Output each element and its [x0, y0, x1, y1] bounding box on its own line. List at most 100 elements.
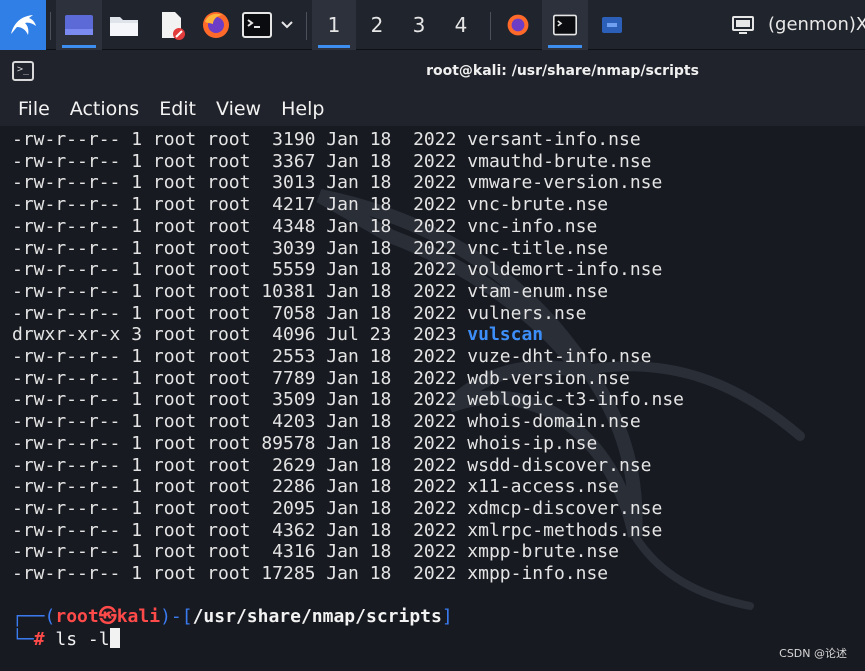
- file-permissions: -rw-r--r--: [12, 563, 121, 584]
- tray-display-button[interactable]: [728, 0, 758, 50]
- genmon-plugin-label[interactable]: (genmon)X: [768, 0, 865, 50]
- task-terminal[interactable]: [542, 0, 588, 50]
- terminal-launcher[interactable]: [240, 0, 274, 50]
- file-year: 2022: [402, 150, 457, 172]
- window-titlebar[interactable]: >_ root@kali: /usr/share/nmap/scripts: [0, 50, 865, 92]
- file-month: Jan: [326, 519, 359, 541]
- file-group: root: [207, 237, 251, 259]
- file-owner: root: [152, 259, 197, 281]
- file-permissions: -rw-r--r--: [12, 280, 121, 302]
- file-group: root: [207, 367, 251, 389]
- file-year: 2022: [402, 302, 457, 324]
- file-day: 18: [369, 215, 392, 237]
- file-year: 2022: [402, 432, 457, 454]
- file-owner: root: [152, 129, 197, 150]
- file-day: 23: [369, 324, 392, 346]
- link-count: 1: [131, 346, 143, 367]
- file-manager-button[interactable]: [104, 0, 144, 50]
- file-size: 4203: [261, 411, 316, 433]
- link-count: 1: [131, 172, 143, 194]
- listing-row: -rw-r--r-- 1 root root 7789 Jan 18 2022 …: [12, 368, 630, 390]
- prompt-line-1: ┌──(root㉿kali)-[/usr/share/nmap/scripts]: [12, 606, 453, 627]
- task-application[interactable]: [590, 0, 634, 50]
- file-size: 3509: [261, 389, 316, 411]
- file-group: root: [207, 280, 251, 302]
- file-month: Jan: [326, 215, 359, 237]
- file-permissions: -rw-r--r--: [12, 215, 121, 237]
- file-year: 2022: [402, 454, 457, 476]
- file-size: 17285: [261, 563, 316, 584]
- command-input[interactable]: ls -l: [55, 629, 109, 650]
- menu-help[interactable]: Help: [281, 98, 324, 120]
- listing-row: -rw-r--r-- 1 root root 7058 Jan 18 2022 …: [12, 303, 586, 325]
- file-owner: root: [152, 302, 197, 324]
- file-permissions: drwxr-xr-x: [12, 324, 121, 346]
- file-size: 2629: [261, 454, 316, 476]
- listing-row: -rw-r--r-- 1 root root 17285 Jan 18 2022…: [12, 563, 608, 585]
- file-name: xmpp-brute.nse: [467, 541, 619, 563]
- workspace-1[interactable]: 1: [312, 0, 356, 50]
- file-owner: root: [152, 476, 197, 498]
- file-permissions: -rw-r--r--: [12, 541, 121, 563]
- text-cursor: [109, 628, 120, 648]
- link-count: 1: [131, 215, 143, 237]
- menu-edit[interactable]: Edit: [159, 98, 196, 120]
- file-permissions: -rw-r--r--: [12, 129, 121, 150]
- file-group: root: [207, 215, 251, 237]
- listing-row: -rw-r--r-- 1 root root 5559 Jan 18 2022 …: [12, 259, 662, 281]
- kali-menu-button[interactable]: [0, 0, 46, 50]
- workspace-3[interactable]: 3: [398, 0, 440, 50]
- prompt-host: kali: [116, 606, 161, 627]
- menu-file[interactable]: File: [18, 98, 50, 120]
- file-year: 2022: [402, 280, 457, 302]
- file-year: 2022: [402, 215, 457, 237]
- terminal-output[interactable]: -rw-r--r-- 1 root root 3190 Jan 18 2022 …: [0, 126, 865, 671]
- file-group: root: [207, 172, 251, 194]
- file-year: 2022: [402, 497, 457, 519]
- firefox-icon: [203, 12, 229, 38]
- workspace-label: 3: [412, 13, 426, 37]
- workspace-4[interactable]: 4: [440, 0, 482, 50]
- link-count: 1: [131, 280, 143, 302]
- file-month: Jan: [326, 237, 359, 259]
- file-owner: root: [152, 172, 197, 194]
- file-owner: root: [152, 215, 197, 237]
- file-day: 18: [369, 129, 392, 150]
- file-owner: root: [152, 367, 197, 389]
- listing-row: drwxr-xr-x 3 root root 4096 Jul 23 2023 …: [12, 324, 543, 346]
- file-year: 2022: [402, 411, 457, 433]
- menu-actions[interactable]: Actions: [70, 98, 139, 120]
- file-size: 7058: [261, 302, 316, 324]
- menu-bar: File Actions Edit View Help: [0, 92, 865, 126]
- file-day: 18: [369, 150, 392, 172]
- file-permissions: -rw-r--r--: [12, 476, 121, 498]
- text-editor-button[interactable]: [152, 0, 192, 50]
- file-day: 18: [369, 172, 392, 194]
- csdn-watermark: CSDN @论述: [779, 647, 847, 660]
- file-owner: root: [152, 454, 197, 476]
- task-firefox[interactable]: [496, 0, 540, 50]
- show-desktop-button[interactable]: [56, 0, 102, 50]
- file-name: vnc-info.nse: [467, 215, 598, 237]
- launcher-dropdown[interactable]: [276, 0, 298, 50]
- link-count: 1: [131, 129, 143, 150]
- workspace-label: 1: [327, 13, 341, 37]
- file-name: vmware-version.nse: [467, 172, 663, 194]
- file-year: 2022: [402, 172, 457, 194]
- firefox-icon: [507, 14, 529, 36]
- file-permissions: -rw-r--r--: [12, 519, 121, 541]
- link-count: 1: [131, 150, 143, 172]
- prompt-line-2[interactable]: └─# ls -l: [12, 628, 120, 651]
- listing-row: -rw-r--r-- 1 root root 4362 Jan 18 2022 …: [12, 520, 662, 542]
- firefox-launcher[interactable]: [196, 0, 236, 50]
- file-name: whois-domain.nse: [467, 411, 641, 433]
- workspace-2[interactable]: 2: [356, 0, 398, 50]
- menu-view[interactable]: View: [216, 98, 261, 120]
- app-window-icon: [602, 17, 622, 33]
- file-permissions: -rw-r--r--: [12, 194, 121, 216]
- file-name: xmpp-info.nse: [467, 563, 609, 584]
- link-count: 3: [131, 324, 143, 346]
- file-day: 18: [369, 432, 392, 454]
- file-year: 2022: [402, 541, 457, 563]
- file-year: 2022: [402, 476, 457, 498]
